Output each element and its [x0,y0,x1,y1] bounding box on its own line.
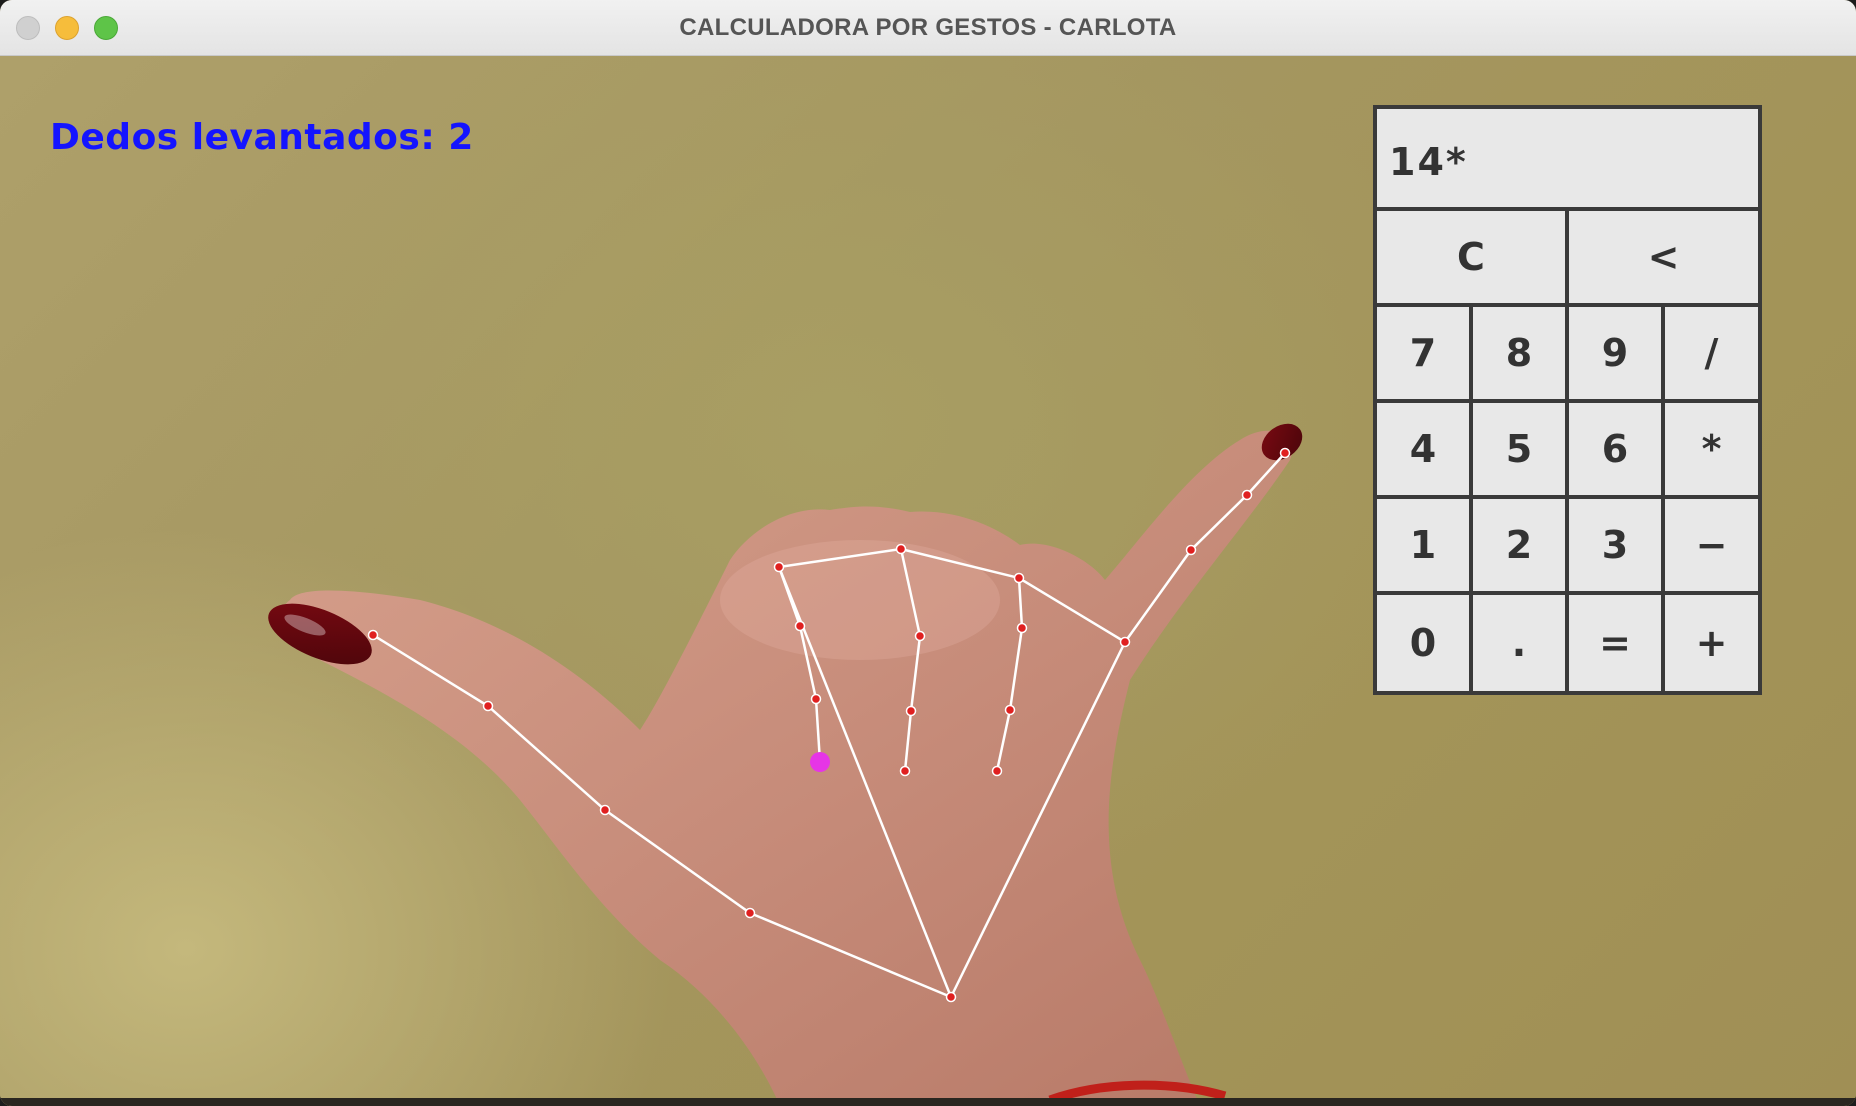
title-bar: CALCULADORA POR GESTOS - CARLOTA [0,0,1856,56]
key-7[interactable]: 7 [1373,303,1473,403]
clear-key[interactable]: C [1373,207,1569,307]
gesture-calculator: 14* C < 7 8 9 / 4 5 6 * 1 2 3 − 0 . = + [1373,105,1762,695]
key-2[interactable]: 2 [1469,495,1569,595]
key-equals[interactable]: = [1565,591,1665,695]
key-1[interactable]: 1 [1373,495,1473,595]
key-3[interactable]: 3 [1565,495,1665,595]
calculator-display: 14* [1373,105,1762,211]
key-0[interactable]: 0 [1373,591,1473,695]
pointer-cursor [810,752,830,772]
window-title: CALCULADORA POR GESTOS - CARLOTA [679,14,1177,41]
key-6[interactable]: 6 [1565,399,1665,499]
key-9[interactable]: 9 [1565,303,1665,403]
knuckle-shade [720,540,1000,660]
bottom-strip [0,1098,1856,1106]
backspace-key[interactable]: < [1565,207,1762,307]
app-window: CALCULADORA POR GESTOS - CARLOTA Dedos l… [0,0,1856,1106]
key-4[interactable]: 4 [1373,399,1473,499]
hand-shape [280,430,1292,1106]
key-subtract[interactable]: − [1661,495,1762,595]
fingers-raised-label: Dedos levantados: 2 [50,117,474,158]
key-multiply[interactable]: * [1661,399,1762,499]
key-add[interactable]: + [1661,591,1762,695]
key-5[interactable]: 5 [1469,399,1569,499]
key-decimal[interactable]: . [1469,591,1569,695]
key-divide[interactable]: / [1661,303,1762,403]
key-8[interactable]: 8 [1469,303,1569,403]
camera-feed: Dedos levantados: 2 14* C < 7 8 9 / 4 5 … [0,56,1856,1106]
